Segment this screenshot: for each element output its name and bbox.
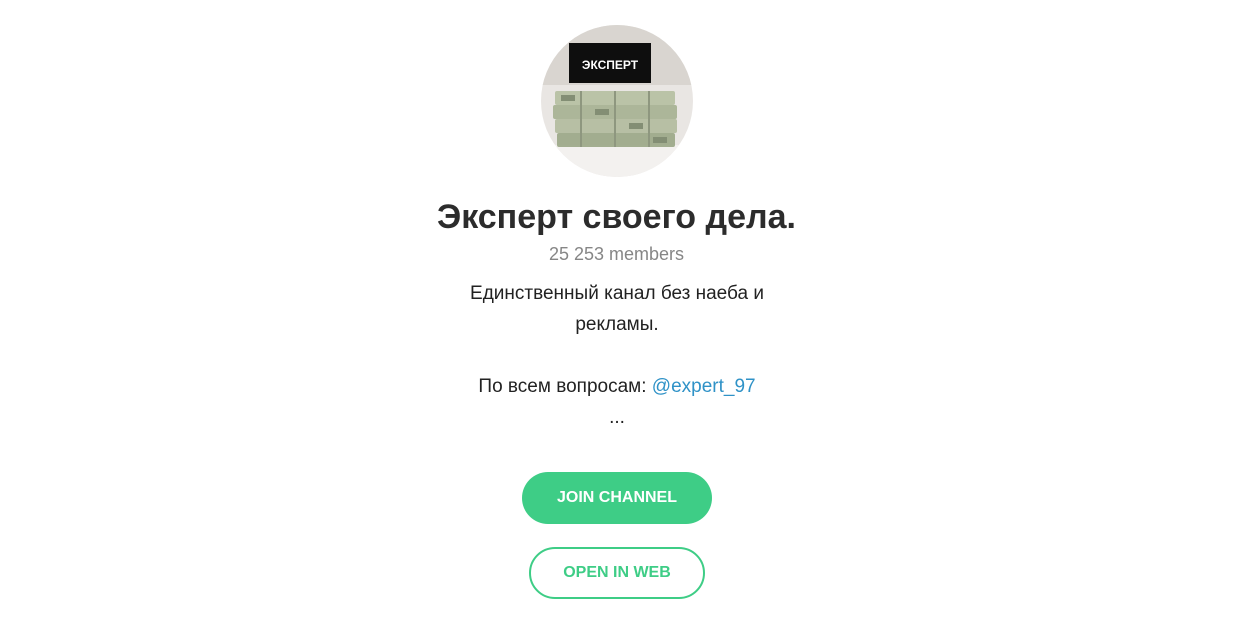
description-ellipsis: ... — [609, 407, 625, 428]
description-line-2: рекламы. — [575, 314, 659, 335]
channel-description: Единственный канал без наеба и рекламы. … — [448, 278, 786, 433]
avatar-logo-text: ЭКСПЕРТ — [582, 58, 639, 72]
description-contact-line: По всем вопросам: @expert_97 — [448, 371, 786, 402]
channel-preview-page: ЭКСПЕРТ Эксперт своего дела. 25 253 memb… — [0, 0, 1233, 624]
description-spacer — [448, 340, 786, 371]
contact-link[interactable]: @expert_97 — [652, 376, 756, 397]
channel-avatar: ЭКСПЕРТ — [541, 25, 693, 177]
contact-prefix: По всем вопросам: — [478, 376, 652, 397]
open-in-web-button[interactable]: OPEN IN WEB — [529, 547, 705, 599]
join-channel-button[interactable]: JOIN CHANNEL — [522, 472, 712, 524]
channel-title: Эксперт своего дела. — [437, 198, 796, 236]
members-count: 25 253 members — [548, 244, 685, 264]
description-line-1: Единственный канал без наеба и — [470, 283, 764, 304]
